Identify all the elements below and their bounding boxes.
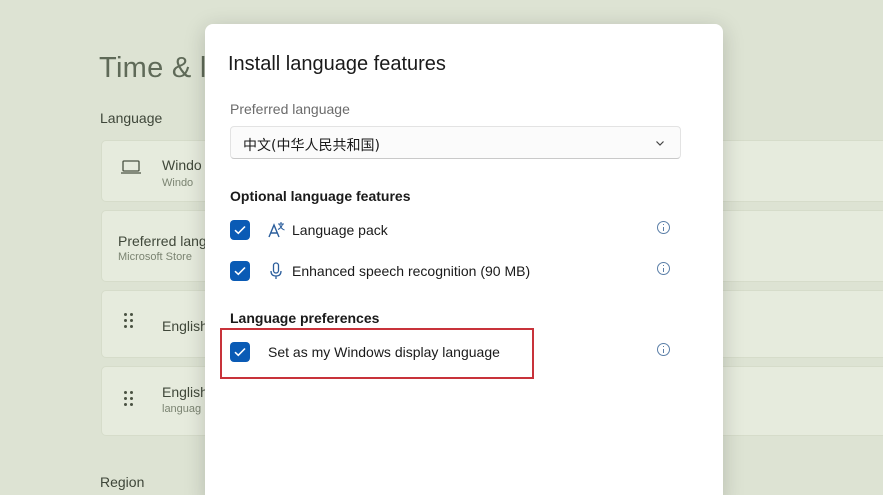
language-pack-icon — [266, 220, 286, 240]
display-language-label: Set as my Windows display language — [268, 344, 500, 360]
language-name: English — [162, 318, 208, 334]
preferred-language-value: 中文(中华人民共和国) — [243, 138, 380, 154]
chevron-down-icon — [654, 136, 666, 148]
card-subtitle: Windo — [162, 177, 194, 189]
drag-handle-icon[interactable] — [124, 391, 134, 409]
card-title: Preferred lang — [118, 233, 207, 249]
preferred-language-label: Preferred language — [230, 101, 350, 117]
settings-page-title: Time & l — [99, 52, 207, 84]
display-language-option[interactable]: Set as my Windows display language — [230, 342, 680, 366]
region-section-heading: Region — [100, 474, 145, 490]
microphone-icon — [266, 261, 286, 281]
drag-handle-icon[interactable] — [124, 313, 134, 331]
language-section-heading: Language — [100, 110, 163, 126]
info-icon[interactable] — [657, 221, 670, 234]
info-icon[interactable] — [657, 343, 670, 356]
preferred-language-dropdown[interactable]: 中文(中华人民共和国) — [230, 126, 681, 159]
display-language-checkbox[interactable] — [230, 342, 250, 362]
language-pack-label: Language pack — [292, 222, 388, 238]
speech-recognition-checkbox[interactable] — [230, 261, 250, 281]
language-subtitle: languag — [162, 403, 202, 415]
speech-recognition-option[interactable]: Enhanced speech recognition (90 MB) — [230, 261, 680, 285]
card-title: Windo — [162, 157, 202, 173]
language-pack-option[interactable]: Language pack — [230, 220, 680, 244]
language-preferences-heading: Language preferences — [230, 310, 380, 326]
language-pack-checkbox[interactable] — [230, 220, 250, 240]
laptop-icon — [120, 159, 142, 180]
card-subtitle: Microsoft Store — [118, 251, 192, 263]
speech-recognition-label: Enhanced speech recognition (90 MB) — [292, 263, 531, 279]
install-language-features-dialog: Install language features Preferred lang… — [205, 24, 723, 495]
optional-features-heading: Optional language features — [230, 188, 411, 204]
dialog-title: Install language features — [228, 53, 446, 75]
info-icon[interactable] — [657, 262, 670, 275]
language-name: English — [162, 384, 208, 400]
